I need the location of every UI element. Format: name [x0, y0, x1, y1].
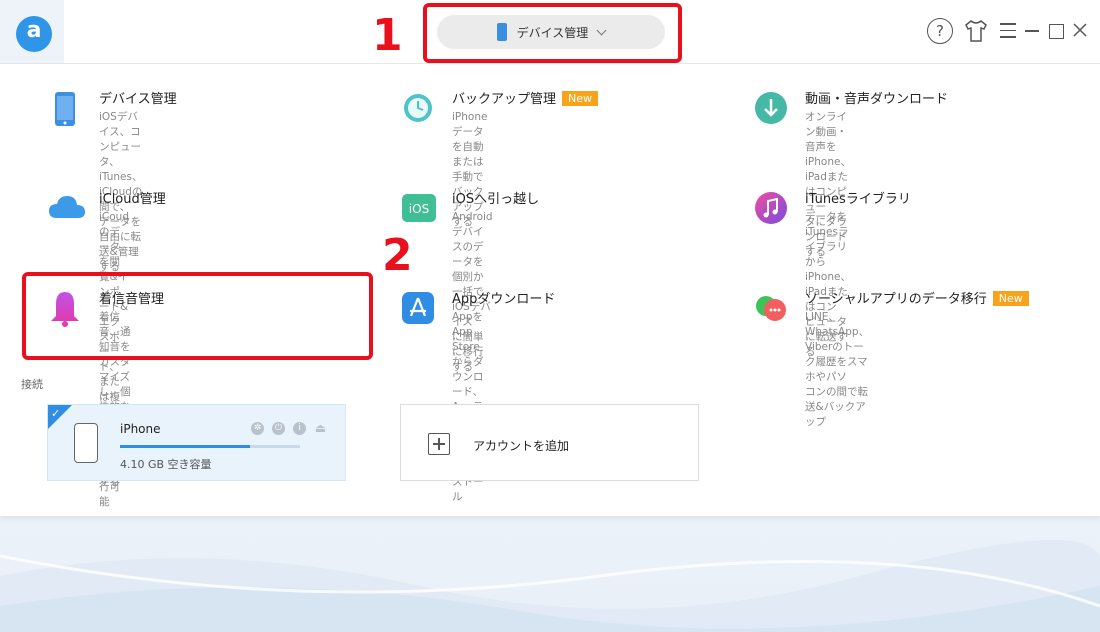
annotation-number-2: 2 — [382, 230, 413, 281]
download-arrow-icon — [753, 88, 789, 124]
new-badge: New — [562, 91, 599, 106]
phone-icon — [47, 88, 83, 126]
add-account-label: アカウントを追加 — [473, 439, 570, 453]
skin-shirt-icon[interactable] — [963, 18, 989, 44]
storage-bar — [120, 445, 300, 448]
device-name: iPhone — [120, 422, 161, 436]
move-to-ios-icon: iOS — [400, 188, 436, 224]
logo-area: a — [0, 0, 64, 63]
storage-text: 4.10 GB 空き容量 — [120, 458, 212, 471]
annotation-box-1 — [423, 3, 682, 63]
cloud-icon — [47, 188, 85, 224]
chat-bubbles-icon — [753, 288, 789, 324]
minimize-icon[interactable] — [1025, 18, 1039, 44]
new-badge: New — [992, 291, 1029, 306]
info-icon[interactable]: i — [293, 422, 306, 435]
plus-icon — [428, 433, 450, 455]
maximize-icon[interactable] — [1049, 24, 1064, 39]
annotation-number-1: 1 — [372, 10, 403, 61]
close-icon[interactable] — [1072, 18, 1088, 44]
background-waves — [0, 540, 1100, 632]
feature-title: iOSへ引っ越し — [452, 192, 540, 207]
connected-device-card[interactable]: ✓ iPhone ✲ ⏻ i ⏏ 4.10 GB 空き容量 — [47, 404, 346, 481]
settings-icon[interactable]: ✲ — [251, 422, 264, 435]
eject-icon[interactable]: ⏏ — [314, 422, 327, 435]
feature-title: iTunesライブラリ — [805, 192, 911, 207]
feature-title: ソーシャルアプリのデータ移行 New — [805, 288, 1029, 307]
menu-icon[interactable] — [1000, 18, 1016, 44]
annotation-box-2 — [22, 272, 373, 360]
storage-bar-fill — [120, 445, 250, 448]
backup-clock-icon — [400, 88, 436, 124]
app-store-icon — [400, 288, 436, 324]
power-icon[interactable]: ⏻ — [272, 422, 285, 435]
feature-desc: LINE、WhatsApp、Viberのトーク履歴をスマホやパソ コンの間で転送&… — [805, 311, 870, 428]
feature-title: iCloud管理 — [99, 192, 166, 207]
feature-title: デバイス管理 — [99, 92, 177, 107]
help-icon[interactable]: ? — [927, 18, 953, 44]
iphone-icon — [74, 423, 98, 463]
device-actions: ✲ ⏻ i ⏏ — [251, 422, 327, 435]
connection-section-label: 接続 — [21, 378, 43, 391]
music-note-icon — [753, 188, 789, 224]
add-account-button[interactable]: アカウントを追加 — [400, 404, 699, 481]
app-window: a デバイス管理 ? デバイス管理 iOSデバイス、コンピュータ、iTunes、… — [0, 0, 1100, 516]
feature-title: バックアップ管理 New — [452, 88, 599, 107]
feature-title: 動画・音声ダウンロード — [805, 92, 949, 107]
checkmark-icon: ✓ — [51, 407, 61, 420]
svg-text:iOS: iOS — [409, 202, 429, 216]
app-logo-icon[interactable]: a — [16, 16, 52, 52]
feature-title: Appダウンロード — [452, 292, 556, 307]
logo-letter: a — [26, 18, 42, 43]
